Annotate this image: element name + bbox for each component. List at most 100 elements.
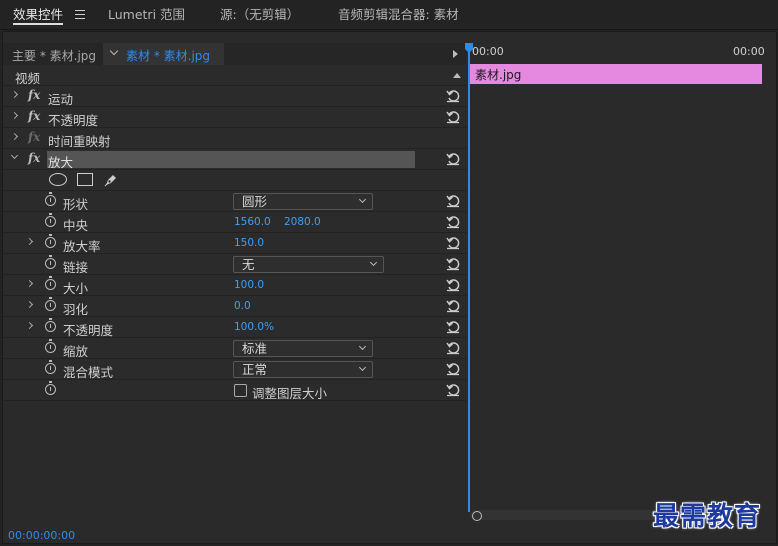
- scrollbar-handle[interactable]: [472, 511, 482, 521]
- video-section-header: 视频: [3, 65, 466, 86]
- timeline-clip-label: 素材.jpg: [475, 68, 522, 82]
- current-timecode[interactable]: 00:00:00:00: [8, 529, 75, 542]
- stopwatch-icon[interactable]: [45, 318, 56, 332]
- blend-mode-select[interactable]: 正常: [233, 361, 373, 378]
- panel-footer: 00:00:00:00: [3, 526, 467, 544]
- collapse-icon[interactable]: [453, 73, 461, 78]
- property-row-magnification: 放大率 150.0: [3, 233, 466, 254]
- property-row-scaling: 缩放 标准: [3, 338, 466, 359]
- opacity-value[interactable]: 100.0: [234, 321, 264, 333]
- reset-icon[interactable]: [446, 236, 460, 250]
- link-select[interactable]: 无: [233, 256, 384, 273]
- expand-icon[interactable]: [25, 279, 34, 288]
- expand-icon[interactable]: [25, 321, 34, 330]
- property-row-blend-mode: 混合模式 正常: [3, 359, 466, 380]
- property-label: 放大率: [63, 239, 101, 254]
- reset-icon[interactable]: [446, 362, 460, 376]
- fx-icon[interactable]: fx: [28, 109, 40, 123]
- reset-icon[interactable]: [446, 341, 460, 355]
- panel-menu-icon[interactable]: [75, 10, 85, 19]
- stopwatch-icon[interactable]: [45, 360, 56, 374]
- reset-icon[interactable]: [446, 320, 460, 334]
- reset-icon[interactable]: [446, 215, 460, 229]
- fx-icon: fx: [28, 130, 41, 144]
- chevron-down-icon[interactable]: [109, 46, 119, 56]
- stopwatch-icon[interactable]: [45, 255, 56, 269]
- shape-select[interactable]: 圆形: [233, 193, 373, 210]
- reset-icon[interactable]: [446, 110, 460, 124]
- sequence-clip-label[interactable]: 素材 * 素材.jpg: [126, 47, 210, 64]
- property-label: 中央: [63, 218, 89, 233]
- expand-icon[interactable]: [10, 111, 19, 120]
- stopwatch-icon[interactable]: [45, 276, 56, 290]
- fx-icon[interactable]: fx: [28, 88, 40, 102]
- stopwatch-icon[interactable]: [45, 213, 56, 227]
- rectangle-mask-icon[interactable]: [77, 173, 93, 186]
- clip-header: 主要 * 素材.jpg 素材 * 素材.jpg: [3, 43, 466, 65]
- effect-name: 时间重映射: [48, 134, 111, 149]
- property-label: 不透明度: [63, 323, 114, 338]
- effect-row-magnify[interactable]: fx 放大: [3, 149, 466, 170]
- property-label: 羽化: [63, 302, 89, 317]
- reset-icon[interactable]: [446, 152, 460, 166]
- chevron-down-icon: [358, 195, 367, 204]
- playhead-line[interactable]: [468, 50, 470, 512]
- stopwatch-icon[interactable]: [45, 381, 56, 395]
- expand-icon[interactable]: [10, 132, 19, 141]
- reset-icon[interactable]: [446, 299, 460, 313]
- size-value[interactable]: 100.0: [234, 279, 264, 291]
- center-x-value[interactable]: 1560.0: [234, 216, 271, 228]
- feather-value[interactable]: 0.0: [234, 300, 251, 312]
- collapse-icon[interactable]: [10, 151, 19, 160]
- expand-icon[interactable]: [25, 237, 34, 246]
- magnification-value[interactable]: 150.0: [234, 237, 264, 249]
- expand-icon[interactable]: [25, 300, 34, 309]
- shape-value: 圆形: [242, 194, 268, 209]
- fx-icon[interactable]: fx: [28, 151, 40, 165]
- scaling-select[interactable]: 标准: [233, 340, 373, 357]
- time-start: 00:00: [472, 45, 504, 58]
- master-clip-label[interactable]: 主要 * 素材.jpg: [12, 47, 96, 64]
- tab-source[interactable]: 源:（无剪辑）: [220, 7, 299, 25]
- effect-row-motion[interactable]: fx 运动: [3, 86, 466, 107]
- resize-layer-checkbox[interactable]: [234, 384, 247, 397]
- effect-row-opacity[interactable]: fx 不透明度: [3, 107, 466, 128]
- time-end: 00:00: [733, 45, 765, 58]
- ellipse-mask-icon[interactable]: [49, 173, 67, 186]
- pen-tool-icon[interactable]: [103, 172, 119, 191]
- stopwatch-icon[interactable]: [45, 234, 56, 248]
- property-label: 混合模式: [63, 365, 114, 380]
- tab-effect-controls[interactable]: 效果控件: [13, 7, 64, 25]
- property-label: 形状: [63, 197, 89, 212]
- property-row-size: 大小 100.0: [3, 275, 466, 296]
- property-row-center: 中央 1560.0 2080.0: [3, 212, 466, 233]
- play-clip-icon[interactable]: [453, 50, 458, 58]
- stopwatch-icon[interactable]: [45, 192, 56, 206]
- scaling-value: 标准: [242, 341, 268, 356]
- reset-icon[interactable]: [446, 278, 460, 292]
- property-label: 大小: [63, 281, 89, 296]
- center-y-value[interactable]: 2080.0: [284, 216, 321, 228]
- reset-icon[interactable]: [446, 383, 460, 397]
- timeline-clip[interactable]: 素材.jpg: [470, 64, 762, 84]
- resize-layer-label: 调整图层大小: [252, 386, 328, 401]
- effect-controls-panel: 主要 * 素材.jpg 素材 * 素材.jpg 00:00 00:00 视频 f…: [2, 31, 777, 544]
- tab-lumetri-scopes[interactable]: Lumetri 范围: [108, 7, 185, 25]
- timeline-ruler[interactable]: 00:00 00:00: [467, 43, 776, 65]
- stopwatch-icon[interactable]: [45, 297, 56, 311]
- reset-icon[interactable]: [446, 257, 460, 271]
- property-row-feather: 羽化 0.0: [3, 296, 466, 317]
- reset-icon[interactable]: [446, 89, 460, 103]
- effect-selected-highlight[interactable]: [47, 151, 415, 168]
- stopwatch-icon[interactable]: [45, 339, 56, 353]
- opacity-unit: %: [264, 321, 274, 333]
- property-label: 链接: [63, 260, 89, 275]
- tab-audio-clip-mixer[interactable]: 音频剪辑混合器: 素材: [338, 7, 459, 25]
- chevron-down-icon: [358, 363, 367, 372]
- effect-row-time-remapping[interactable]: fx 时间重映射: [3, 128, 466, 149]
- expand-icon[interactable]: [10, 90, 19, 99]
- reset-icon[interactable]: [446, 194, 460, 208]
- property-row-shape: 形状 圆形: [3, 191, 466, 212]
- effect-name: 放大: [48, 155, 74, 170]
- chevron-down-icon: [369, 258, 378, 267]
